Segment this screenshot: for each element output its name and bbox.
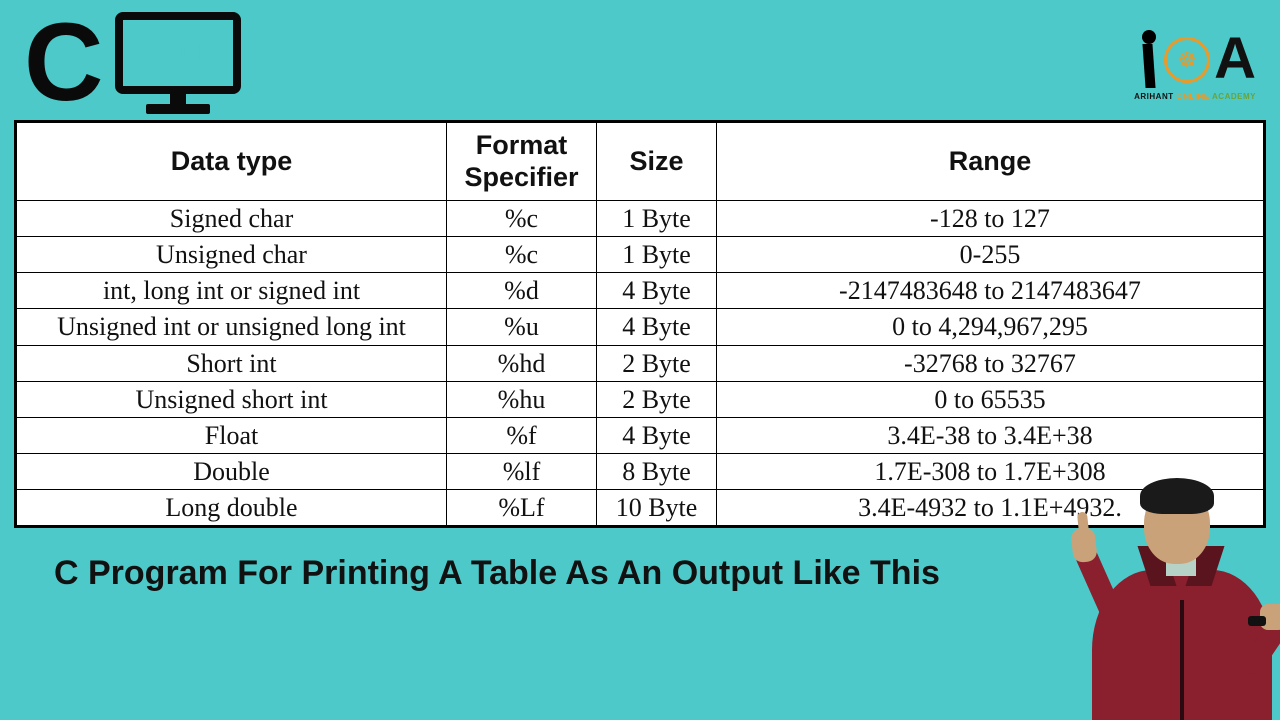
cell-type: Unsigned short int xyxy=(17,381,447,417)
brand-subtitle: ARIHANT ONLINE ACADEMY xyxy=(1134,92,1256,101)
brand-logo: ☸ A ARIHANT ONLINE ACADEMY xyxy=(1134,30,1256,101)
brand-word-3: ACADEMY xyxy=(1212,92,1256,101)
c-language-logo: C xyxy=(24,19,97,107)
brand-teacher-icon xyxy=(1134,30,1162,90)
table-row: Unsigned int or unsigned long int%u4 Byt… xyxy=(17,309,1264,345)
cell-size: 1 Byte xyxy=(597,236,717,272)
cell-type: Signed char xyxy=(17,200,447,236)
cell-format: %c xyxy=(447,200,597,236)
code-label: CODE xyxy=(130,33,227,73)
monitor-screen: CODE xyxy=(115,12,241,94)
cell-size: 8 Byte xyxy=(597,454,717,490)
presenter-figure xyxy=(1060,480,1280,720)
cell-type: Short int xyxy=(17,345,447,381)
cell-format: %u xyxy=(447,309,597,345)
brand-word-2: ONLINE xyxy=(1176,92,1209,101)
cell-format: %f xyxy=(447,417,597,453)
cell-type: int, long int or signed int xyxy=(17,273,447,309)
cell-format: %d xyxy=(447,273,597,309)
header-size: Size xyxy=(597,123,717,201)
cell-type: Unsigned char xyxy=(17,236,447,272)
table-body: Signed char%c1 Byte-128 to 127Unsigned c… xyxy=(17,200,1264,526)
monitor-base-shape xyxy=(146,104,210,114)
cell-range: 0 to 4,294,967,295 xyxy=(717,309,1264,345)
cell-type: Double xyxy=(17,454,447,490)
cell-size: 10 Byte xyxy=(597,490,717,526)
table-row: int, long int or signed int%d4 Byte-2147… xyxy=(17,273,1264,309)
cell-size: 1 Byte xyxy=(597,200,717,236)
cell-format: %hd xyxy=(447,345,597,381)
data-type-table-container: Data type Format Specifier Size Range Si… xyxy=(14,120,1266,528)
monitor-neck-shape xyxy=(170,94,186,104)
cell-format: %Lf xyxy=(447,490,597,526)
table-row: Signed char%c1 Byte-128 to 127 xyxy=(17,200,1264,236)
cell-format: %c xyxy=(447,236,597,272)
table-row: Unsigned char%c1 Byte0-255 xyxy=(17,236,1264,272)
table-row: Float%f4 Byte3.4E-38 to 3.4E+38 xyxy=(17,417,1264,453)
cell-range: -2147483648 to 2147483647 xyxy=(717,273,1264,309)
table-header-row: Data type Format Specifier Size Range xyxy=(17,123,1264,201)
table-row: Short int%hd2 Byte-32768 to 32767 xyxy=(17,345,1264,381)
brand-seal-icon: ☸ xyxy=(1164,37,1210,83)
cell-type: Long double xyxy=(17,490,447,526)
cell-size: 4 Byte xyxy=(597,309,717,345)
data-type-table: Data type Format Specifier Size Range Si… xyxy=(16,122,1264,526)
header-bar: C CODE ☸ A ARIHANT ONLINE ACADEMY xyxy=(0,0,1280,120)
cell-type: Float xyxy=(17,417,447,453)
cell-range: -128 to 127 xyxy=(717,200,1264,236)
brand-mark: ☸ A xyxy=(1134,30,1256,90)
cell-size: 2 Byte xyxy=(597,345,717,381)
brand-letter-a: A xyxy=(1214,36,1256,82)
cell-range: 0-255 xyxy=(717,236,1264,272)
table-row: Unsigned short int%hu2 Byte0 to 65535 xyxy=(17,381,1264,417)
header-format-specifier: Format Specifier xyxy=(447,123,597,201)
cell-range: -32768 to 32767 xyxy=(717,345,1264,381)
header-range: Range xyxy=(717,123,1264,201)
cell-size: 2 Byte xyxy=(597,381,717,417)
cell-type: Unsigned int or unsigned long int xyxy=(17,309,447,345)
brand-word-1: ARIHANT xyxy=(1134,92,1174,101)
cell-size: 4 Byte xyxy=(597,417,717,453)
monitor-icon: CODE xyxy=(115,12,241,114)
cell-range: 0 to 65535 xyxy=(717,381,1264,417)
cell-size: 4 Byte xyxy=(597,273,717,309)
cell-range: 3.4E-38 to 3.4E+38 xyxy=(717,417,1264,453)
header-left: C CODE xyxy=(24,12,241,114)
cell-format: %lf xyxy=(447,454,597,490)
cell-format: %hu xyxy=(447,381,597,417)
header-data-type: Data type xyxy=(17,123,447,201)
